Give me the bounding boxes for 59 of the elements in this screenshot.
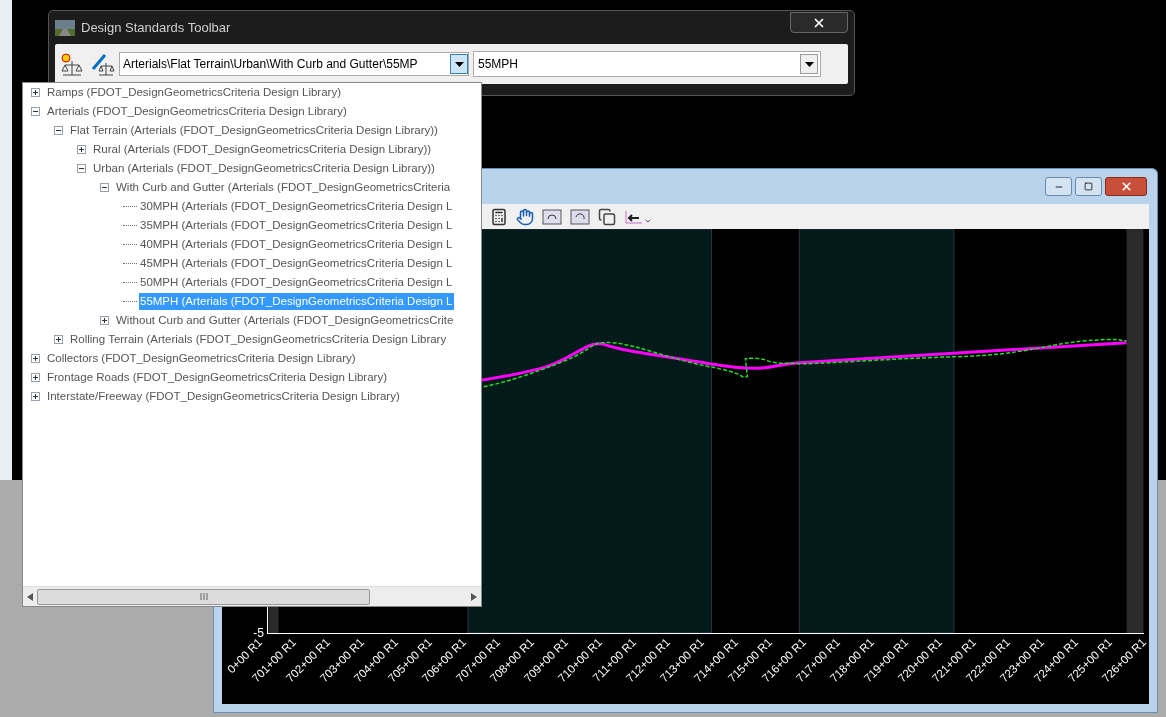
tree-item[interactable]: 40MPH (Arterials (FDOT_DesignGeometricsCriteria Design L	[139, 236, 454, 253]
minimize-button[interactable]	[1045, 177, 1072, 197]
expand-icon[interactable]	[77, 145, 86, 154]
standard-path-dropdown[interactable]: Arterials\Flat Terrain\Urban\With Curb and Gutter\55MP	[119, 52, 469, 76]
scale-icon[interactable]	[59, 51, 85, 77]
tree-item[interactable]: Frontage Roads (FDOT_DesignGeometricsCriteria Design Library)	[46, 369, 388, 386]
zoom-previous-icon[interactable]	[542, 208, 562, 225]
expand-icon[interactable]	[31, 373, 40, 382]
tree-item[interactable]: Without Curb and Gutter (Arterials (FDOT_DesignGeometricsCrite	[115, 312, 455, 329]
expand-icon[interactable]	[100, 316, 109, 325]
tree-item[interactable]: Rolling Terrain (Arterials (FDOT_DesignGeometricsCriteria Design Library	[69, 331, 448, 348]
collapse-icon[interactable]	[31, 107, 40, 116]
zoom-next-icon[interactable]	[570, 208, 590, 225]
tree-item[interactable]: 30MPH (Arterials (FDOT_DesignGeometricsCriteria Design L	[139, 198, 454, 215]
calculator-icon[interactable]	[490, 207, 508, 226]
tree-connector-icon	[123, 301, 137, 302]
tree-item[interactable]: 45MPH (Arterials (FDOT_DesignGeometricsCriteria Design L	[139, 255, 454, 272]
grip-icon	[199, 593, 208, 600]
close-icon	[1119, 180, 1133, 194]
y-axis-tick-label: -5	[253, 626, 264, 640]
tree-item[interactable]: Rural (Arterials (FDOT_DesignGeometricsCriteria Design Library))	[92, 141, 433, 158]
tree-connector-icon	[123, 263, 137, 264]
scroll-left-icon[interactable]	[27, 592, 33, 601]
tree-item[interactable]: With Curb and Gutter (Arterials (FDOT_DesignGeometricsCriteria	[115, 179, 452, 196]
dropdown-arrow-icon	[804, 61, 814, 67]
maximize-icon	[1084, 182, 1093, 192]
expand-icon[interactable]	[54, 335, 63, 344]
tree-item[interactable]: Collectors (FDOT_DesignGeometricsCriteria Design Library)	[46, 350, 357, 367]
collapse-icon[interactable]	[54, 126, 63, 135]
tree-item[interactable]: Ramps (FDOT_DesignGeometricsCriteria Design Library)	[46, 84, 342, 101]
road-icon	[55, 19, 75, 36]
profile-tool-dropdown[interactable]	[624, 208, 652, 225]
expand-icon[interactable]	[31, 354, 40, 363]
tree-item[interactable]: Flat Terrain (Arterials (FDOT_DesignGeometricsCriteria Design Library))	[69, 122, 439, 139]
tree-connector-icon	[123, 244, 137, 245]
collapse-icon[interactable]	[100, 183, 109, 192]
tree-item[interactable]: 35MPH (Arterials (FDOT_DesignGeometricsCriteria Design L	[139, 217, 454, 234]
dropdown-arrow-icon	[454, 61, 464, 67]
tree-connector-icon	[123, 206, 137, 207]
collapse-icon[interactable]	[77, 164, 86, 173]
speed-dropdown[interactable]: 55MPH	[473, 51, 821, 77]
windows-icon[interactable]	[598, 207, 616, 226]
window-title: Design Standards Toolbar	[81, 18, 231, 37]
dropper-scale-icon[interactable]	[89, 51, 115, 77]
tree-connector-icon	[123, 282, 137, 283]
expand-icon[interactable]	[31, 392, 40, 401]
maximize-button[interactable]	[1075, 177, 1102, 197]
horizontal-scrollbar[interactable]	[23, 586, 481, 606]
tree-item[interactable]: 50MPH (Arterials (FDOT_DesignGeometricsCriteria Design L	[139, 274, 454, 291]
tree-item[interactable]: Arterials (FDOT_DesignGeometricsCriteria Design Library)	[46, 103, 348, 120]
pan-hand-icon[interactable]	[516, 207, 534, 226]
tree-item[interactable]: Urban (Arterials (FDOT_DesignGeometricsCriteria Design Library))	[92, 160, 436, 177]
close-button[interactable]	[1105, 177, 1147, 197]
tree-item[interactable]: Interstate/Freeway (FDOT_DesignGeometricsCriteria Design Library)	[46, 388, 401, 405]
arrow-chart-icon	[624, 208, 644, 225]
scroll-right-icon[interactable]	[471, 592, 477, 601]
close-button[interactable]	[790, 12, 848, 33]
tree-connector-icon	[123, 225, 137, 226]
expand-icon[interactable]	[31, 88, 40, 97]
